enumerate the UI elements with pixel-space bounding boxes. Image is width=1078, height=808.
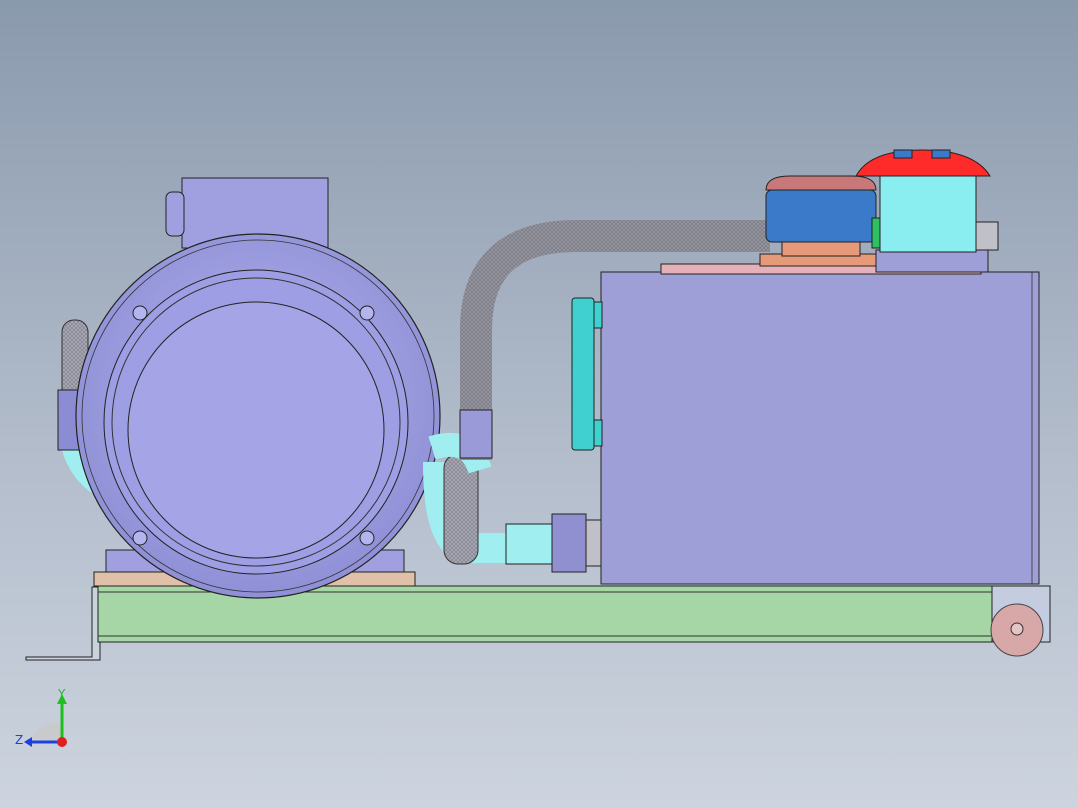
base-frame [25, 585, 1051, 661]
x-axis [57, 737, 67, 747]
breather-cap [759, 175, 883, 267]
pressure-line [423, 432, 603, 573]
caster-wheel [990, 585, 1051, 657]
cad-viewport[interactable]: Y Z [0, 0, 1078, 808]
z-axis-label: Z [15, 733, 23, 747]
return-filter [855, 149, 999, 273]
coordinate-triad: Y Z [15, 687, 67, 747]
y-axis-label: Y [57, 687, 66, 701]
level-gauge [571, 297, 603, 451]
electric-motor [75, 233, 441, 599]
hydraulic-unit-model[interactable] [0, 0, 1078, 808]
oil-tank [600, 263, 1040, 585]
